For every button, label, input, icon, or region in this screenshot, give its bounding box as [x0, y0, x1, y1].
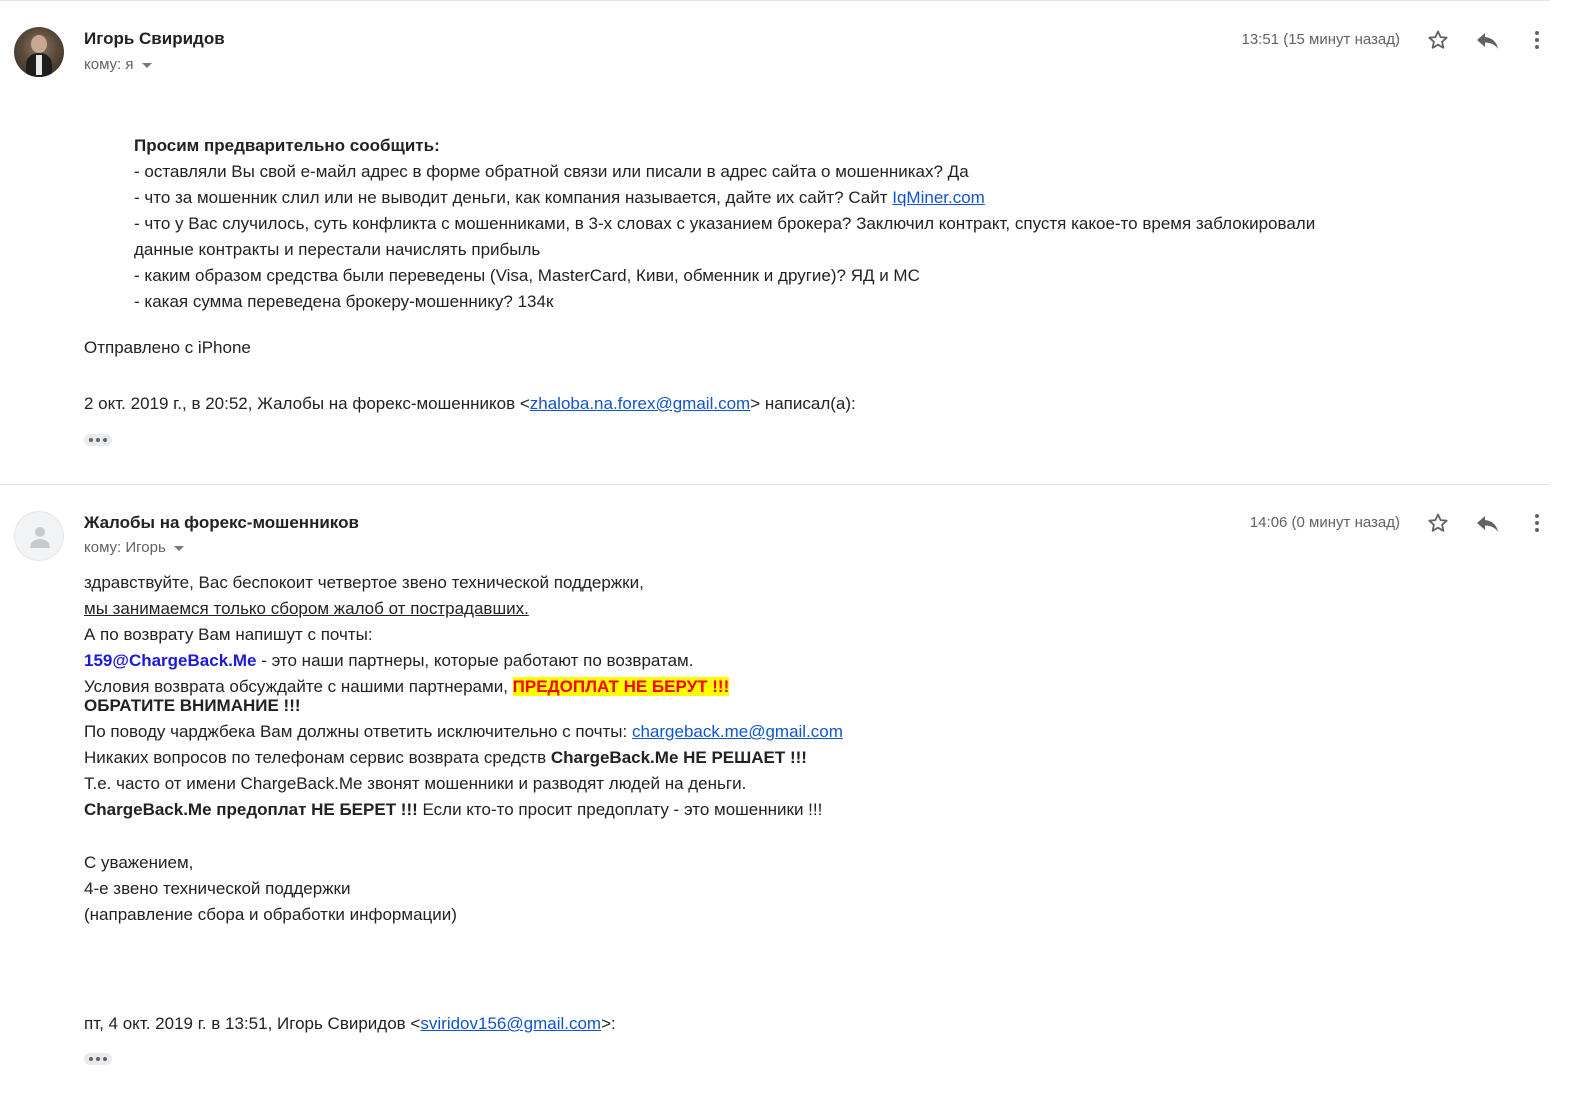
question-2-text: - что за мошенник слил или не выводит де… — [134, 188, 893, 207]
quote-header: пт, 4 окт. 2019 г. в 13:51, Игорь Свирид… — [84, 1013, 616, 1035]
prepay-text: Если кто-то просит предоплату - это моше… — [417, 800, 823, 819]
sender-name[interactable]: Игорь Свиридов — [84, 29, 225, 49]
phone-text: Никаких вопросов по телефонам сервис воз… — [84, 748, 551, 767]
more-vert-icon[interactable] — [1531, 28, 1543, 57]
body-line-1: здравствуйте, Вас беспокоит четвертое зв… — [84, 573, 644, 592]
signature-line-1: С уважением, — [84, 853, 194, 872]
signature-line-3: (направление сбора и обработки информаци… — [84, 905, 457, 924]
conditions-text: Условия возврата обсуждайте с нашими пар… — [84, 677, 513, 696]
chevron-down-icon[interactable] — [141, 62, 152, 68]
recipient-line[interactable]: кому: я — [84, 56, 152, 73]
more-vert-icon[interactable] — [1531, 511, 1543, 540]
recipient-label: кому: Игорь — [84, 539, 166, 556]
chargeback-email-link[interactable]: chargeback.me@gmail.com — [632, 722, 843, 741]
partner-text: - это наши партнеры, которые работают по… — [256, 651, 694, 670]
prepay-bold: ChargeBack.Me предоплат НЕ БЕРЕТ !!! — [84, 800, 418, 819]
message-divider — [0, 484, 1550, 485]
body-line-2: мы занимаемся только сбором жалоб от пос… — [84, 599, 529, 618]
body-line-3: А по возврату Вам напишут с почты: — [84, 625, 373, 644]
quote-header: 2 окт. 2019 г., в 20:52, Жалобы на форек… — [84, 393, 856, 415]
site-link[interactable]: IqMiner.com — [892, 188, 985, 207]
signature-line-2: 4-е звено технической поддержки — [84, 879, 351, 898]
highlight-no-prepay: ПРЕДОПЛАТ НЕ БЕРУТ !!! — [512, 677, 730, 696]
quote-prefix: 2 окт. 2019 г., в 20:52, Жалобы на форек… — [84, 394, 530, 413]
partner-email: 159@ChargeBack.Me — [84, 651, 257, 670]
reply-icon[interactable] — [1475, 511, 1501, 540]
reply-icon[interactable] — [1475, 28, 1501, 57]
person-icon — [30, 527, 50, 548]
sender-avatar[interactable] — [14, 27, 64, 77]
show-trimmed-content-button[interactable] — [84, 434, 112, 446]
body-question-4: - каким образом средства были переведены… — [134, 266, 920, 285]
body-line-8: Никаких вопросов по телефонам сервис воз… — [84, 747, 807, 769]
message-time: 13:51 (15 минут назад) — [1241, 31, 1401, 48]
body-line-9: Т.е. часто от имени ChargeBack.Me звонят… — [84, 774, 747, 793]
body-question-2: - что за мошенник слил или не выводит де… — [134, 187, 985, 209]
sender-name[interactable]: Жалобы на форекс-мошенников — [84, 513, 359, 533]
avatar-face — [31, 35, 47, 53]
quote-suffix: >: — [601, 1014, 616, 1033]
chargeback-text: По поводу чарджбека Вам должны ответить … — [84, 722, 632, 741]
body-heading: Просим предварительно сообщить: — [134, 136, 440, 155]
body-line-6: ОБРАТИТЕ ВНИМАНИЕ !!! — [84, 696, 301, 715]
body-question-5: - какая сумма переведена брокеру-мошенни… — [134, 292, 554, 311]
sender-avatar[interactable] — [14, 511, 64, 561]
star-icon[interactable] — [1426, 28, 1450, 57]
body-line-4: 159@ChargeBack.Me - это наши партнеры, к… — [84, 650, 693, 672]
quote-email-link[interactable]: zhaloba.na.forex@gmail.com — [530, 394, 750, 413]
show-trimmed-content-button[interactable] — [84, 1053, 112, 1065]
message-time: 14:06 (0 минут назад) — [1249, 514, 1400, 531]
body-line-7: По поводу чарджбека Вам должны ответить … — [84, 721, 843, 743]
avatar-shirt — [36, 55, 42, 75]
quote-prefix: пт, 4 окт. 2019 г. в 13:51, Игорь Свирид… — [84, 1014, 421, 1033]
body-question-3-line-1: - что у Вас случилось, суть конфликта с … — [134, 214, 1316, 233]
body-question-3-line-2: данные контракты и перестали начислять п… — [134, 240, 541, 259]
quote-email-link[interactable]: sviridov156@gmail.com — [420, 1014, 601, 1033]
top-divider — [0, 0, 1550, 1]
recipient-line[interactable]: кому: Игорь — [84, 539, 184, 556]
phone-bold: ChargeBack.Me НЕ РЕШАЕТ !!! — [550, 748, 807, 767]
body-question-1: - оставляли Вы свой е-майл адрес в форме… — [134, 162, 969, 181]
star-icon[interactable] — [1426, 511, 1450, 540]
recipient-label: кому: я — [84, 56, 134, 73]
chevron-down-icon[interactable] — [173, 545, 184, 551]
body-line-10: ChargeBack.Me предоплат НЕ БЕРЕТ !!! Есл… — [84, 799, 822, 821]
signature: Отправлено с iPhone — [84, 338, 251, 357]
quote-suffix: > написал(а): — [750, 394, 856, 413]
